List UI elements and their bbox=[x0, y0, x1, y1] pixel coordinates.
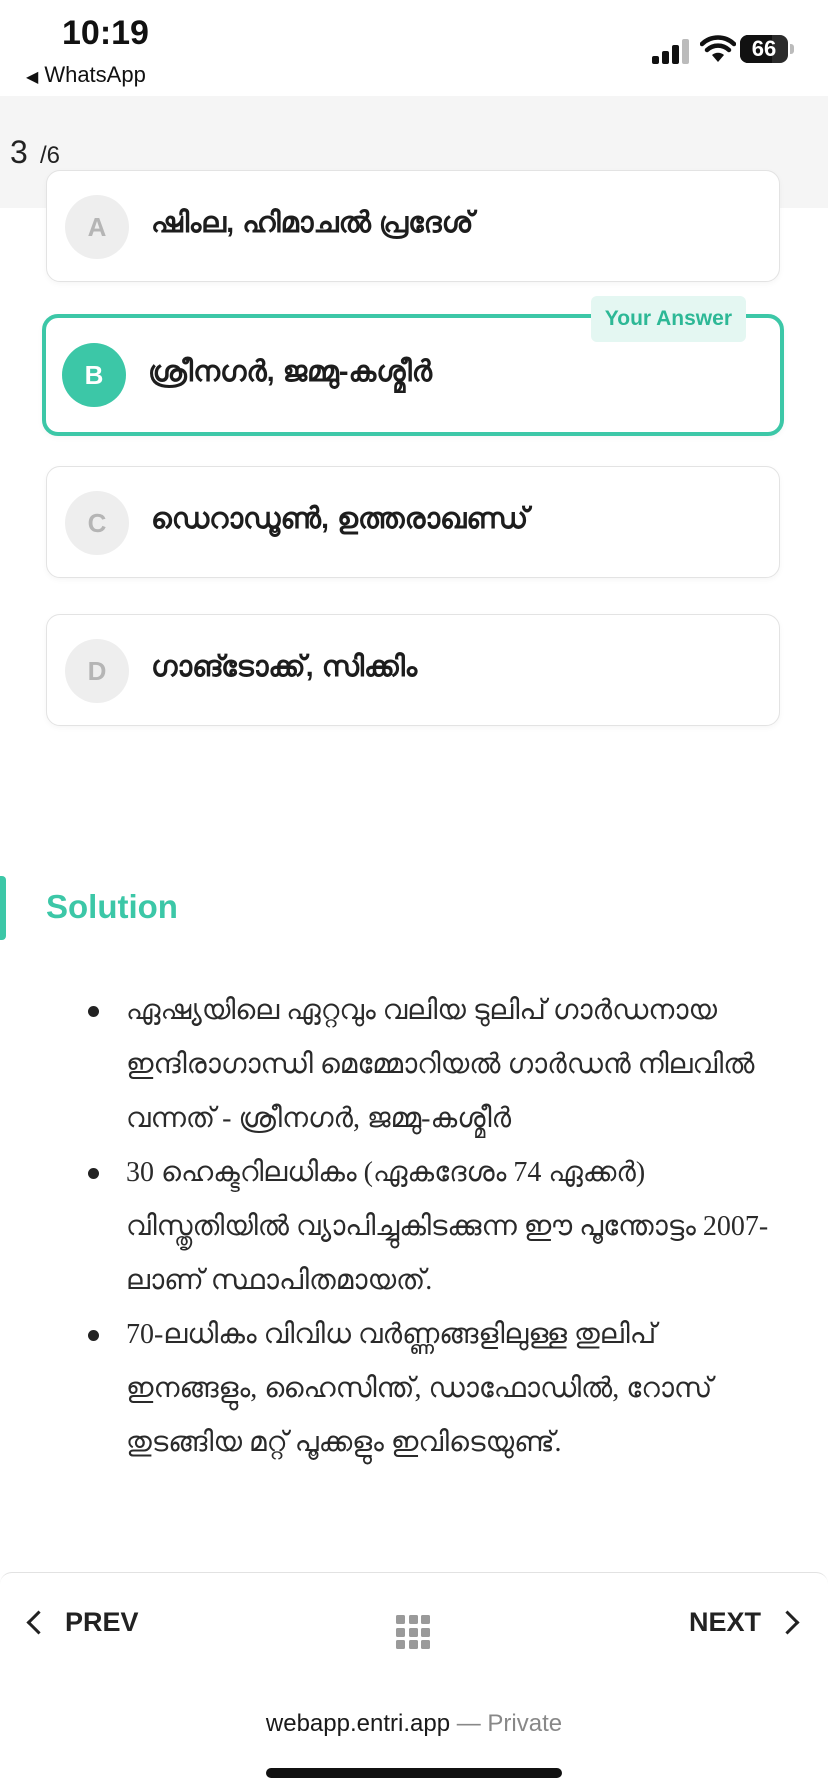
option-letter-badge: C bbox=[65, 491, 129, 555]
question-grid-icon[interactable] bbox=[396, 1615, 430, 1649]
prev-button[interactable]: PREV bbox=[24, 1607, 139, 1638]
home-indicator[interactable] bbox=[266, 1768, 562, 1778]
question-navigation-bar: PREV NEXT bbox=[0, 1572, 828, 1686]
option-c[interactable]: C ഡെറാഡൂൺ, ഉത്തരാഖണ്ഡ് bbox=[46, 466, 780, 578]
status-time: 10:19 bbox=[62, 14, 149, 52]
next-label: NEXT bbox=[688, 1607, 761, 1637]
battery-percent: 66 bbox=[751, 36, 777, 61]
option-text: ശ്രീനഗർ, ജമ്മു-കശ്മീർ bbox=[148, 356, 433, 388]
back-to-app-link[interactable]: ◀ WhatsApp bbox=[26, 62, 146, 88]
current-question-number: 3 bbox=[10, 134, 28, 170]
option-d[interactable]: D ഗാങ്ടോക്ക്, സിക്കിം bbox=[46, 614, 780, 726]
option-text: ഷിംല, ഹിമാചൽ പ്രദേശ് bbox=[151, 207, 474, 239]
prev-label: PREV bbox=[65, 1607, 139, 1637]
private-mode-label: Private bbox=[487, 1710, 563, 1737]
status-bar: 10:19 ◀ WhatsApp 66 bbox=[0, 0, 828, 96]
chevron-left-icon bbox=[26, 1610, 51, 1635]
option-text: ഡെറാഡൂൺ, ഉത്തരാഖണ്ഡ് bbox=[151, 503, 529, 535]
solution-points: ഏഷ്യയിലെ ഏറ്റവും വലിയ ടുലിപ് ഗാർഡനായ ഇന്… bbox=[88, 984, 788, 1470]
option-letter-badge: A bbox=[65, 195, 129, 259]
back-app-label: WhatsApp bbox=[44, 62, 146, 87]
wifi-icon bbox=[700, 35, 736, 62]
solution-point: 30 ഹെക്ടറിലധികം (ഏകദേശം 74 ഏക്കർ) വിസ്തൃ… bbox=[88, 1146, 788, 1308]
address-bar[interactable]: webapp.entri.app — Private bbox=[0, 1710, 828, 1738]
option-letter-badge: B bbox=[62, 343, 126, 407]
solution-point: ഏഷ്യയിലെ ഏറ്റവും വലിയ ടുലിപ് ഗാർഡനായ ഇന്… bbox=[88, 984, 788, 1146]
battery-icon: 66 bbox=[740, 35, 788, 63]
option-letter-badge: D bbox=[65, 639, 129, 703]
next-button[interactable]: NEXT bbox=[689, 1607, 802, 1638]
option-text: ഗാങ്ടോക്ക്, സിക്കിം bbox=[151, 651, 418, 683]
option-a[interactable]: A ഷിംല, ഹിമാചൽ പ്രദേശ് bbox=[46, 170, 780, 282]
chevron-right-icon bbox=[775, 1610, 800, 1635]
solution-title: Solution bbox=[46, 888, 178, 925]
battery-tip bbox=[790, 44, 794, 54]
back-triangle-icon: ◀ bbox=[26, 69, 39, 86]
option-b[interactable]: Your Answer B ശ്രീനഗർ, ജമ്മു-കശ്മീർ bbox=[42, 296, 784, 436]
solution-point: 70-ലധികം വിവിധ വർണ്ണങ്ങളിലുള്ള തുലിപ് ഇന… bbox=[88, 1308, 788, 1470]
url-separator: — bbox=[456, 1710, 481, 1737]
browser-footer: webapp.entri.app — Private bbox=[0, 1686, 828, 1792]
url-domain: webapp.entri.app bbox=[265, 1710, 451, 1737]
solution-accent-bar bbox=[0, 876, 6, 940]
your-answer-tag: Your Answer bbox=[590, 296, 746, 342]
total-questions: /6 bbox=[40, 142, 61, 169]
cellular-signal-icon bbox=[652, 38, 696, 64]
